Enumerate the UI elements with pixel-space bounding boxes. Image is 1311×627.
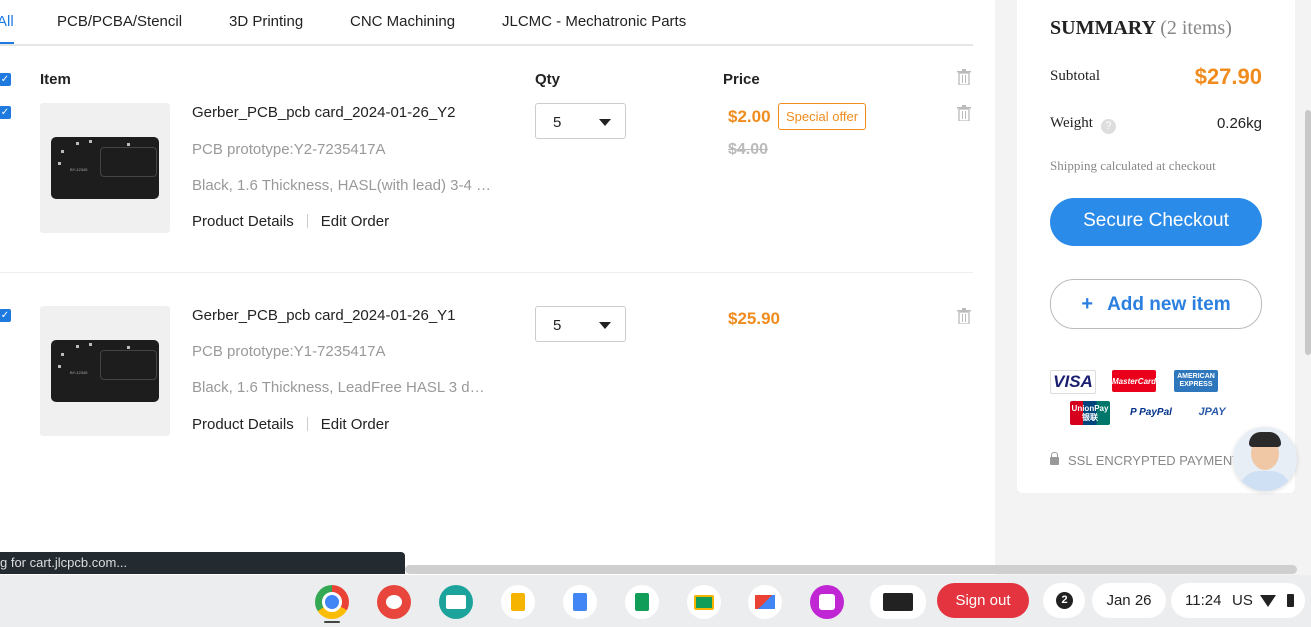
paypal-logo: P PayPal bbox=[1130, 406, 1172, 418]
row-checkbox[interactable]: ✓ bbox=[0, 106, 11, 119]
weight-value: 0.26kg bbox=[1216, 115, 1262, 132]
row-divider bbox=[0, 272, 973, 273]
palette-icon[interactable] bbox=[377, 585, 411, 619]
product-details-link[interactable]: Product Details bbox=[192, 213, 294, 230]
jpay-logo: JPAY bbox=[1198, 406, 1226, 418]
support-chat-avatar[interactable] bbox=[1233, 427, 1297, 491]
screen-icon[interactable] bbox=[870, 585, 926, 619]
slides-icon[interactable] bbox=[501, 585, 535, 619]
product-links: Product Details Edit Order bbox=[192, 213, 389, 230]
visa-logo: VISA bbox=[1050, 370, 1096, 394]
product-links: Product Details Edit Order bbox=[192, 416, 389, 433]
product-specs: Black, 1.6 Thickness, HASL(with lead) 3-… bbox=[192, 177, 492, 194]
edit-order-link[interactable]: Edit Order bbox=[321, 213, 389, 230]
tab-3d-printing[interactable]: 3D Printing bbox=[229, 13, 303, 30]
price: $25.90 bbox=[728, 309, 780, 328]
cart-panel: All PCB/PCBA/Stencil 3D Printing CNC Mac… bbox=[0, 0, 995, 575]
classroom-icon[interactable] bbox=[687, 585, 721, 619]
chevron-down-icon bbox=[599, 322, 611, 329]
link-status-bar: g for cart.jlcpcb.com... bbox=[0, 552, 405, 574]
locale-label: US bbox=[1232, 592, 1253, 609]
delete-icon[interactable] bbox=[957, 105, 971, 121]
item-count: (2 items) bbox=[1160, 17, 1232, 39]
ssl-notice: SSL ENCRYPTED PAYMENT bbox=[1050, 452, 1241, 468]
weight-label: Weight bbox=[1050, 115, 1093, 131]
tab-all[interactable]: All bbox=[0, 13, 14, 30]
qty-select[interactable]: 5 bbox=[535, 103, 626, 139]
tab-jlcmc[interactable]: JLCMC - Mechatronic Parts bbox=[502, 13, 686, 30]
original-price: $4.00 bbox=[728, 141, 769, 158]
special-offer-badge: Special offer bbox=[778, 103, 867, 130]
tab-pcb[interactable]: PCB/PCBA/Stencil bbox=[57, 13, 182, 30]
select-all-checkbox[interactable]: ✓ bbox=[0, 73, 11, 86]
qty-value: 5 bbox=[553, 114, 562, 131]
pcb-image: BY-12345 bbox=[51, 340, 159, 402]
header-price: Price bbox=[723, 71, 760, 88]
delete-icon[interactable] bbox=[957, 308, 971, 324]
sign-out-button[interactable]: Sign out bbox=[937, 583, 1029, 618]
amex-logo: AMERICAN EXPRESS bbox=[1174, 370, 1218, 392]
plus-icon: + bbox=[1081, 293, 1094, 315]
add-new-item-button[interactable]: + Add new item bbox=[1050, 279, 1262, 329]
ssl-text: SSL ENCRYPTED PAYMENT bbox=[1068, 453, 1241, 468]
chevron-down-icon bbox=[599, 119, 611, 126]
header-item: Item bbox=[40, 71, 71, 88]
subtotal-value: $27.90 bbox=[1194, 64, 1262, 89]
sheets-icon[interactable] bbox=[625, 585, 659, 619]
product-prototype: PCB prototype:Y2-7235417A bbox=[192, 141, 386, 158]
status-tray[interactable]: 11:24 US bbox=[1171, 583, 1305, 618]
product-name[interactable]: Gerber_PCB_pcb card_2024-01-26_Y2 bbox=[192, 104, 456, 121]
lock-icon bbox=[1050, 452, 1059, 465]
product-name[interactable]: Gerber_PCB_pcb card_2024-01-26_Y1 bbox=[192, 307, 456, 324]
price: $2.00 bbox=[728, 107, 771, 126]
product-thumbnail[interactable]: BY-12345 bbox=[40, 103, 170, 233]
add-new-item-label: Add new item bbox=[1107, 294, 1231, 315]
notification-count: 2 bbox=[1056, 592, 1073, 609]
edit-order-link[interactable]: Edit Order bbox=[321, 416, 389, 433]
summary-heading: SUMMARY bbox=[1050, 17, 1156, 39]
battery-icon bbox=[1287, 594, 1294, 607]
qty-value: 5 bbox=[553, 317, 562, 334]
active-app-indicator bbox=[324, 621, 340, 623]
help-icon[interactable]: ? bbox=[1100, 119, 1116, 134]
weight-label-group: Weight? bbox=[1050, 115, 1116, 134]
vertical-scrollbar[interactable] bbox=[1305, 110, 1311, 355]
photo-icon[interactable] bbox=[810, 585, 844, 619]
unionpay-logo: UnionPay 银联 bbox=[1070, 401, 1110, 425]
product-thumbnail[interactable]: BY-12345 bbox=[40, 306, 170, 436]
notification-tray[interactable]: 2 bbox=[1043, 583, 1085, 618]
shipping-note: Shipping calculated at checkout bbox=[1050, 158, 1216, 173]
secure-checkout-button[interactable]: Secure Checkout bbox=[1050, 198, 1262, 246]
status-text: g for cart.jlcpcb.com... bbox=[0, 555, 128, 570]
order-summary: SUMMARY (2 items) Subtotal $27.90 Weight… bbox=[1017, 0, 1295, 493]
delete-all-icon[interactable] bbox=[957, 69, 971, 85]
subtotal-label: Subtotal bbox=[1050, 68, 1101, 84]
horizontal-scrollbar[interactable] bbox=[405, 565, 1297, 574]
cart-tabs: All PCB/PCBA/Stencil 3D Printing CNC Mac… bbox=[0, 0, 973, 46]
tab-cnc[interactable]: CNC Machining bbox=[350, 13, 455, 30]
summary-title: SUMMARY (2 items) bbox=[1050, 17, 1232, 40]
chrome-icon[interactable] bbox=[315, 585, 349, 619]
product-details-link[interactable]: Product Details bbox=[192, 416, 294, 433]
active-tab-indicator bbox=[0, 42, 14, 44]
row-checkbox[interactable]: ✓ bbox=[0, 309, 11, 322]
card-icon[interactable] bbox=[439, 585, 473, 619]
mastercard-logo: MasterCard bbox=[1112, 370, 1156, 392]
product-specs: Black, 1.6 Thickness, LeadFree HASL 3 d… bbox=[192, 379, 485, 396]
product-prototype: PCB prototype:Y1-7235417A bbox=[192, 343, 386, 360]
clock: 11:24 bbox=[1185, 592, 1222, 609]
docs-icon[interactable] bbox=[563, 585, 597, 619]
gmail-icon[interactable] bbox=[748, 585, 782, 619]
pcb-image: BY-12345 bbox=[51, 137, 159, 199]
qty-select[interactable]: 5 bbox=[535, 306, 626, 342]
header-qty: Qty bbox=[535, 71, 561, 88]
date-pill[interactable]: Jan 26 bbox=[1092, 583, 1166, 618]
wifi-icon bbox=[1260, 595, 1276, 607]
